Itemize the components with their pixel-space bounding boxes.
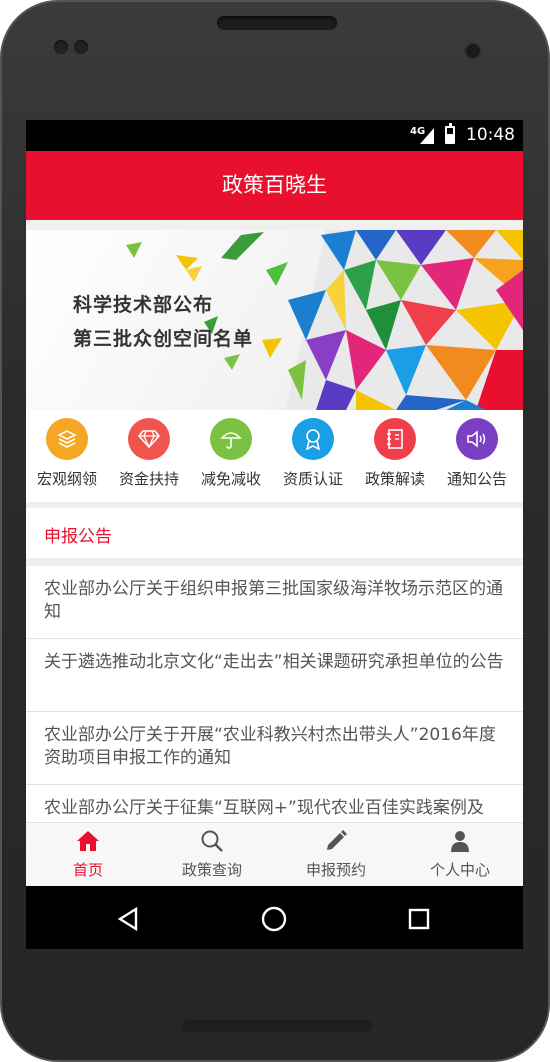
home-circle-icon[interactable]	[259, 904, 289, 934]
category-tongzhi[interactable]: 通知公告	[436, 410, 518, 502]
system-navigation-bar	[26, 886, 523, 949]
status-bar: 4G 10:48	[26, 120, 523, 151]
nav-label: 政策查询	[181, 861, 242, 879]
category-label: 资金扶持	[118, 470, 179, 488]
category-label: 宏观纲领	[36, 470, 97, 488]
bottom-speaker	[182, 1020, 372, 1032]
nav-label: 申报预约	[305, 861, 366, 879]
screen: 4G 10:48 政策百晓生 科学技术部公布 第三批众创空间名单 宏观纲领 资金…	[26, 120, 523, 949]
front-camera	[464, 42, 482, 60]
nav-home[interactable]: 首页	[26, 823, 150, 887]
status-time: 10:48	[466, 125, 515, 145]
category-label: 资质认证	[282, 470, 343, 488]
category-zijin[interactable]: 资金扶持	[108, 410, 190, 502]
banner-graphic	[126, 230, 523, 410]
speaker-icon	[456, 418, 498, 460]
category-label: 减免减收	[200, 470, 261, 488]
notice-list: 农业部办公厅关于组织申报第三批国家级海洋牧场示范区的通知 关于遴选推动北京文化“…	[26, 566, 523, 858]
category-label: 政策解读	[364, 470, 425, 488]
back-icon[interactable]	[114, 904, 144, 934]
home-icon	[77, 831, 99, 851]
recents-icon[interactable]	[404, 904, 434, 934]
category-jianmian[interactable]: 减免减收	[190, 410, 272, 502]
earpiece-speaker	[217, 16, 337, 30]
nav-profile[interactable]: 个人中心	[398, 823, 522, 887]
category-jiedu[interactable]: 政策解读	[354, 410, 436, 502]
user-icon	[451, 831, 469, 852]
banner-headline-1: 科学技术部公布	[73, 294, 214, 316]
nav-label: 个人中心	[429, 861, 490, 879]
nav-policy-search[interactable]: 政策查询	[150, 823, 274, 887]
battery-icon	[445, 123, 455, 144]
banner[interactable]: 科学技术部公布 第三批众创空间名单	[26, 230, 523, 410]
search-icon	[201, 830, 223, 852]
category-label: 通知公告	[446, 470, 507, 488]
pencil-icon	[327, 830, 347, 850]
notebook-icon	[374, 418, 416, 460]
notice-section-title: 申报公告	[44, 527, 112, 547]
layers-icon	[46, 418, 88, 460]
sensor-dots	[54, 40, 94, 56]
umbrella-icon	[210, 418, 252, 460]
notice-item[interactable]: 农业部办公厅关于开展“农业科教兴村杰出带头人”2016年度资助项目申报工作的通知	[26, 712, 523, 785]
bottom-navigation: 首页 政策查询 申报预约 个人中心	[26, 822, 523, 886]
nav-appointment[interactable]: 申报预约	[274, 823, 398, 887]
phone-frame: 4G 10:48 政策百晓生 科学技术部公布 第三批众创空间名单 宏观纲领 资金…	[0, 0, 550, 1062]
notice-item[interactable]: 农业部办公厅关于组织申报第三批国家级海洋牧场示范区的通知	[26, 566, 523, 639]
signal-icon	[420, 128, 434, 144]
app-title: 政策百晓生	[26, 151, 523, 220]
notice-section-header: 申报公告	[26, 508, 523, 558]
category-grid: 宏观纲领 资金扶持 减免减收 资质认证 政策解读 通知公告	[26, 410, 523, 502]
category-zizhi[interactable]: 资质认证	[272, 410, 354, 502]
notice-item[interactable]: 关于遴选推动北京文化“走出去”相关课题研究承担单位的公告	[26, 639, 523, 712]
award-icon	[292, 418, 334, 460]
nav-label: 首页	[72, 861, 103, 879]
category-hongguan[interactable]: 宏观纲领	[26, 410, 108, 502]
diamond-icon	[128, 418, 170, 460]
banner-headline-2: 第三批众创空间名单	[73, 328, 254, 350]
